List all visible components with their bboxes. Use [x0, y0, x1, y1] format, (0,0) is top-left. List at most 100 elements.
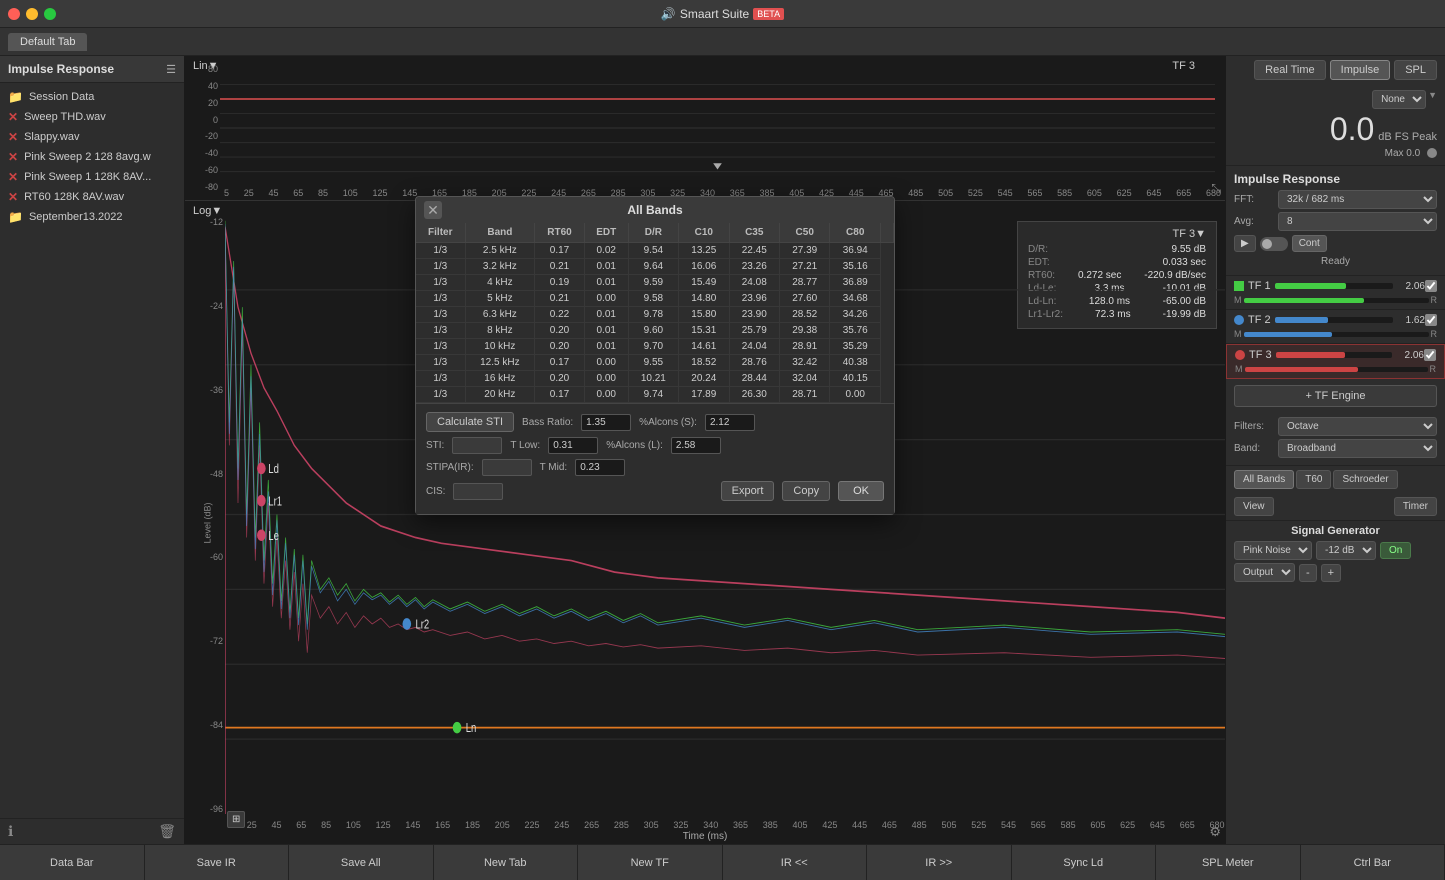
spl-button[interactable]: SPL [1394, 60, 1437, 80]
view-buttons: All Bands T60 Schroeder [1226, 466, 1445, 493]
sig-gen-type-select[interactable]: Pink Noise [1234, 541, 1312, 560]
real-time-button[interactable]: Real Time [1254, 60, 1326, 80]
ctrl-bar-button[interactable]: Ctrl Bar [1301, 845, 1445, 880]
minimize-button[interactable] [26, 8, 38, 20]
filters-select[interactable]: Octave [1278, 417, 1437, 436]
new-tab-button[interactable]: New Tab [434, 845, 579, 880]
schroeder-button[interactable]: Schroeder [1333, 470, 1397, 489]
sig-gen-minus-button[interactable]: - [1299, 564, 1317, 582]
table-cell: 12.5 kHz [465, 355, 535, 371]
modal-bottom-row1: Calculate STI Bass Ratio: %Alcons (S): [426, 412, 884, 432]
bass-ratio-input[interactable] [581, 414, 631, 431]
cis-input[interactable] [453, 483, 503, 500]
copy-button[interactable]: Copy [782, 481, 830, 501]
table-cell: 34.26 [830, 307, 881, 323]
new-tf-button[interactable]: New TF [578, 845, 723, 880]
table-cell: 23.26 [729, 259, 779, 275]
sidebar-item-pink1[interactable]: ✕ Pink Sweep 1 128K 8AV... [0, 167, 184, 187]
save-ir-button[interactable]: Save IR [145, 845, 290, 880]
tf-engine-button[interactable]: + TF Engine [1234, 385, 1437, 407]
table-cell: 24.04 [729, 339, 779, 355]
t60-button[interactable]: T60 [1296, 470, 1331, 489]
data-bar-button[interactable]: Data Bar [0, 845, 145, 880]
trash-icon[interactable]: 🗑 [158, 823, 176, 840]
sidebar-item-pink2[interactable]: ✕ Pink Sweep 2 128 8avg.w [0, 147, 184, 167]
window-controls[interactable] [8, 8, 56, 20]
band-select[interactable]: Broadband [1278, 439, 1437, 458]
title-bar: 🔊 Smaart Suite BETA [0, 0, 1445, 28]
settings-icon[interactable]: ⚙ [1209, 824, 1221, 840]
export-button[interactable]: Export [721, 481, 775, 501]
ok-button[interactable]: OK [838, 481, 884, 501]
sidebar-item-sweep-thd[interactable]: ✕ Sweep THD.wav [0, 107, 184, 127]
folder-icon: 📁 [8, 90, 23, 104]
cont-button[interactable]: Cont [1292, 235, 1327, 252]
sig-gen-db-select[interactable]: -12 dB [1316, 541, 1376, 560]
calculate-sti-button[interactable]: Calculate STI [426, 412, 514, 432]
sti-input[interactable] [452, 437, 502, 454]
info-icon[interactable]: ℹ [8, 823, 13, 840]
sidebar-footer: ℹ 🗑 [0, 818, 184, 844]
timer-button[interactable]: Timer [1394, 497, 1437, 516]
t-low-input[interactable] [548, 437, 598, 454]
table-cell: 9.59 [628, 275, 678, 291]
table-cell: 1/3 [416, 371, 465, 387]
alcons-s-input[interactable] [705, 414, 755, 431]
expand-chart-button[interactable]: ⊞ [227, 811, 245, 828]
table-cell: 16.06 [679, 259, 729, 275]
spl-meter-button[interactable]: SPL Meter [1156, 845, 1301, 880]
all-bands-button[interactable]: All Bands [1234, 470, 1294, 489]
tf-row-3: TF 3 2.06 [1235, 349, 1436, 361]
sidebar-item-sept[interactable]: 📁 September13.2022 [0, 207, 184, 227]
play-button[interactable]: ▶ [1234, 235, 1256, 252]
t-mid-input[interactable] [575, 459, 625, 476]
alcons-l-input[interactable] [671, 437, 721, 454]
modal-header: ✕ All Bands [416, 197, 894, 223]
sidebar-item-session[interactable]: 📁 Session Data [0, 87, 184, 107]
table-cell: 1/3 [416, 259, 465, 275]
sidebar-item-slappy[interactable]: ✕ Slappy.wav [0, 127, 184, 147]
meter-select[interactable]: None [1372, 90, 1426, 109]
sig-gen-output-select[interactable]: Output [1234, 563, 1295, 582]
sig-gen-plus-button[interactable]: + [1321, 564, 1341, 582]
modal-table-scroll[interactable]: Filter Band RT60 EDT D/R C10 C35 C50 C80… [416, 223, 894, 403]
tf3-meter-fill [1276, 352, 1346, 358]
avg-select[interactable]: 8 [1278, 212, 1437, 231]
default-tab[interactable]: Default Tab [8, 33, 87, 51]
ir-back-button[interactable]: IR << [723, 845, 868, 880]
svg-text:Ln: Ln [466, 722, 477, 736]
tf2-checkbox[interactable] [1425, 314, 1437, 326]
sig-gen-on-button[interactable]: On [1380, 542, 1411, 559]
menu-icon[interactable]: ☰ [166, 63, 176, 76]
ir-fft-row: FFT: 32k / 682 ms [1234, 190, 1437, 209]
maximize-button[interactable] [44, 8, 56, 20]
stipa-ir-input[interactable] [482, 459, 532, 476]
tf1-checkbox[interactable] [1425, 280, 1437, 292]
table-cell: 0.17 [535, 243, 585, 259]
all-bands-modal[interactable]: ✕ All Bands Filter Band RT60 EDT D/R C10… [415, 196, 895, 515]
meter-select-arrow: ▼ [1428, 90, 1437, 109]
tf2-meter-fill [1275, 317, 1328, 323]
save-all-button[interactable]: Save All [289, 845, 434, 880]
toggle-knob[interactable] [1260, 237, 1288, 251]
sti-label: STI: [426, 440, 444, 451]
bass-ratio-label: Bass Ratio: [522, 417, 573, 428]
resize-icon[interactable]: ⤡ [1211, 181, 1221, 196]
ir-forward-button[interactable]: IR >> [867, 845, 1012, 880]
table-row: 1/312.5 kHz0.170.009.5518.5228.7632.4240… [416, 355, 894, 371]
table-cell: 15.49 [679, 275, 729, 291]
modal-title: All Bands [627, 203, 682, 217]
impulse-button[interactable]: Impulse [1330, 60, 1391, 80]
sync-ld-button[interactable]: Sync Ld [1012, 845, 1157, 880]
tf1-meter-row: M R [1234, 295, 1437, 305]
modal-close-button[interactable]: ✕ [424, 201, 442, 219]
sidebar-item-rt60[interactable]: ✕ RT60 128K 8AV.wav [0, 187, 184, 207]
x-icon: ✕ [8, 170, 18, 184]
fft-select[interactable]: 32k / 682 ms [1278, 190, 1437, 209]
view-button[interactable]: View [1234, 497, 1274, 516]
tf1-name: TF 1 [1248, 280, 1271, 292]
tf3-checkbox[interactable] [1424, 349, 1436, 361]
t-mid-label: T Mid: [540, 462, 568, 473]
close-button[interactable] [8, 8, 20, 20]
avg-label: Avg: [1234, 216, 1274, 227]
